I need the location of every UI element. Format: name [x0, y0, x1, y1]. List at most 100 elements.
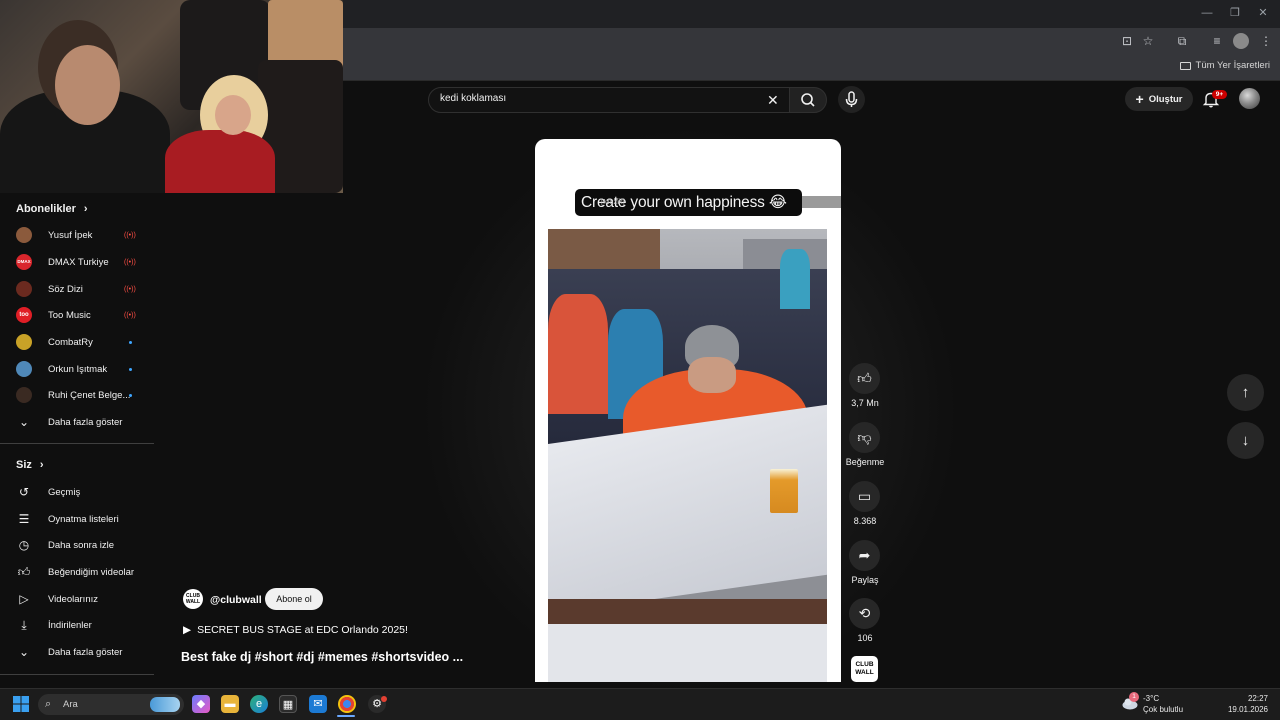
- media-control-icon[interactable]: ≡: [1209, 33, 1225, 49]
- chevron-right-icon: ›: [39, 459, 44, 471]
- chevron-right-icon: ›: [83, 203, 88, 215]
- sidebar-item-your-videos[interactable]: ▷ Videolarınız: [0, 586, 154, 612]
- search-icon: [801, 93, 815, 107]
- share-button[interactable]: ➦: [849, 540, 880, 571]
- live-icon: ((•)): [124, 285, 136, 293]
- install-app-icon[interactable]: ⊡: [1119, 33, 1135, 49]
- channel-name: Too Music: [48, 309, 91, 321]
- dislike-button[interactable]: 👎︎: [849, 422, 880, 453]
- plus-icon: +: [1135, 91, 1144, 107]
- sidebar-item-subscription[interactable]: CombatRy: [0, 329, 154, 355]
- channel-sound-thumbnail[interactable]: CLUB WALL: [851, 656, 878, 682]
- sidebar-item-subscription[interactable]: Söz Dizi ((•)): [0, 276, 154, 302]
- share-icon: ➦: [858, 547, 871, 563]
- previous-short-button[interactable]: ↑: [1227, 374, 1264, 411]
- weather-description: Çok bulutlu: [1143, 705, 1184, 714]
- clear-search-icon[interactable]: ✕: [767, 92, 779, 109]
- chrome-icon[interactable]: [338, 695, 356, 713]
- video-title[interactable]: Best fake dj #short #dj #memes #shortsvi…: [181, 650, 463, 664]
- minimize-icon[interactable]: —: [1200, 6, 1214, 20]
- sidebar-item-history[interactable]: ↺ Geçmiş: [0, 479, 154, 505]
- remix-button[interactable]: ⟲: [849, 598, 880, 629]
- downloads-label: İndirilenler: [48, 619, 92, 631]
- windows-logo-icon: [13, 696, 29, 712]
- create-button[interactable]: + Oluştur: [1125, 87, 1193, 111]
- video-person-back: [780, 249, 810, 309]
- show-more-you[interactable]: ⌄ Daha fazla göster: [0, 639, 154, 665]
- extensions-icon[interactable]: ⧉: [1174, 33, 1190, 49]
- windows-start-icon[interactable]: [13, 696, 29, 712]
- like-count: 3,7 Mn: [851, 398, 879, 408]
- subscriptions-header[interactable]: Abonelikler ›: [16, 203, 88, 215]
- show-more-subscriptions[interactable]: ⌄ Daha fazla göster: [0, 409, 154, 435]
- sidebar-item-watch-later[interactable]: ◷ Daha sonra izle: [0, 532, 154, 558]
- channel-name: Söz Dizi: [48, 283, 83, 295]
- sidebar-item-subscription[interactable]: DMAX DMAX Turkiye ((•)): [0, 249, 154, 275]
- sidebar-item-subscription[interactable]: Ruhi Çenet Belge...: [0, 382, 154, 408]
- mail-icon[interactable]: ✉: [309, 695, 327, 713]
- your-videos-label: Videolarınız: [48, 593, 98, 605]
- restore-icon[interactable]: ❐: [1228, 6, 1242, 20]
- channel-avatar: [16, 361, 32, 377]
- comments-button[interactable]: ▭: [849, 481, 880, 512]
- channel-logo[interactable]: CLUB WALL: [183, 589, 203, 609]
- taskbar-search-placeholder: Ara: [63, 699, 78, 710]
- folder-icon: [1179, 61, 1191, 70]
- sidebar-item-downloads[interactable]: ⤓ İndirilenler: [0, 612, 154, 638]
- sidebar-divider: [0, 674, 154, 675]
- arrow-up-icon: ↑: [1241, 384, 1250, 401]
- browser-menu-icon[interactable]: ⋮: [1258, 33, 1274, 49]
- profile-icon[interactable]: [1233, 33, 1249, 49]
- clock-date[interactable]: 19.01.2026: [1222, 705, 1268, 714]
- video-frame[interactable]: [548, 229, 827, 682]
- sidebar-item-playlists[interactable]: ☰ Oynatma listeleri: [0, 506, 154, 532]
- user-avatar[interactable]: [1239, 88, 1260, 109]
- music-link[interactable]: ▶ SECRET BUS STAGE at EDC Orlando 2025!: [183, 624, 408, 636]
- all-bookmarks-label: Tüm Yer İşaretleri: [1195, 60, 1270, 71]
- like-button[interactable]: 👍︎: [849, 363, 880, 394]
- new-content-dot: [129, 393, 132, 397]
- edge-icon[interactable]: e: [250, 695, 268, 713]
- next-short-button[interactable]: ↓: [1227, 422, 1264, 459]
- search-highlight-icon: [150, 697, 180, 712]
- copilot-icon[interactable]: ◆: [192, 695, 210, 713]
- search-query: kedi koklaması: [440, 93, 507, 104]
- subscriptions-title: Abonelikler: [16, 203, 76, 215]
- chevron-down-icon: ⌄: [18, 415, 30, 429]
- new-content-dot: [129, 367, 132, 371]
- search-button[interactable]: [789, 87, 827, 113]
- weather-temperature: -3°C: [1143, 694, 1160, 703]
- show-more-label: Daha fazla göster: [48, 416, 123, 428]
- watch-later-icon: ◷: [18, 538, 30, 552]
- you-title: Siz: [16, 459, 32, 471]
- sidebar: Abonelikler › Yusuf İpek ((•)) DMAX DMAX…: [0, 193, 154, 688]
- thumbs-down-icon: 👎︎: [857, 429, 872, 445]
- all-bookmarks-button[interactable]: Tüm Yer İşaretleri: [1179, 60, 1270, 71]
- channel-handle[interactable]: @clubwall: [210, 594, 262, 606]
- live-icon: ((•)): [124, 258, 136, 266]
- channel-avatar: [16, 334, 32, 350]
- clock-time[interactable]: 22:27: [1232, 694, 1268, 703]
- you-header[interactable]: Siz ›: [16, 459, 44, 471]
- close-window-icon[interactable]: ✕: [1256, 6, 1270, 20]
- comment-icon: ▭: [857, 488, 872, 504]
- subscribe-button[interactable]: Abone ol: [265, 588, 323, 610]
- your-videos-icon: ▷: [19, 592, 29, 606]
- show-more-label: Daha fazla göster: [48, 646, 123, 658]
- store-icon[interactable]: ▦: [279, 695, 297, 713]
- webcam-overlay: [0, 0, 343, 193]
- bookmark-star-icon[interactable]: ☆: [1140, 33, 1156, 49]
- sidebar-item-liked[interactable]: 👍︎ Beğendiğim videolar: [0, 559, 154, 585]
- history-icon: ↺: [18, 485, 30, 499]
- live-icon: ((•)): [124, 311, 136, 319]
- channel-name: Ruhi Çenet Belge...: [48, 389, 131, 401]
- voice-search-button[interactable]: [838, 86, 865, 113]
- channel-avatar: [16, 227, 32, 243]
- sidebar-item-subscription[interactable]: too Too Music ((•)): [0, 302, 154, 328]
- microphone-icon: [845, 91, 858, 107]
- sidebar-item-subscription[interactable]: Yusuf İpek ((•)): [0, 222, 154, 248]
- sidebar-item-subscription[interactable]: Orkun Işıtmak: [0, 356, 154, 382]
- file-explorer-icon[interactable]: ▬: [221, 695, 239, 713]
- channel-avatar: [16, 281, 32, 297]
- caption-bar: [802, 196, 841, 208]
